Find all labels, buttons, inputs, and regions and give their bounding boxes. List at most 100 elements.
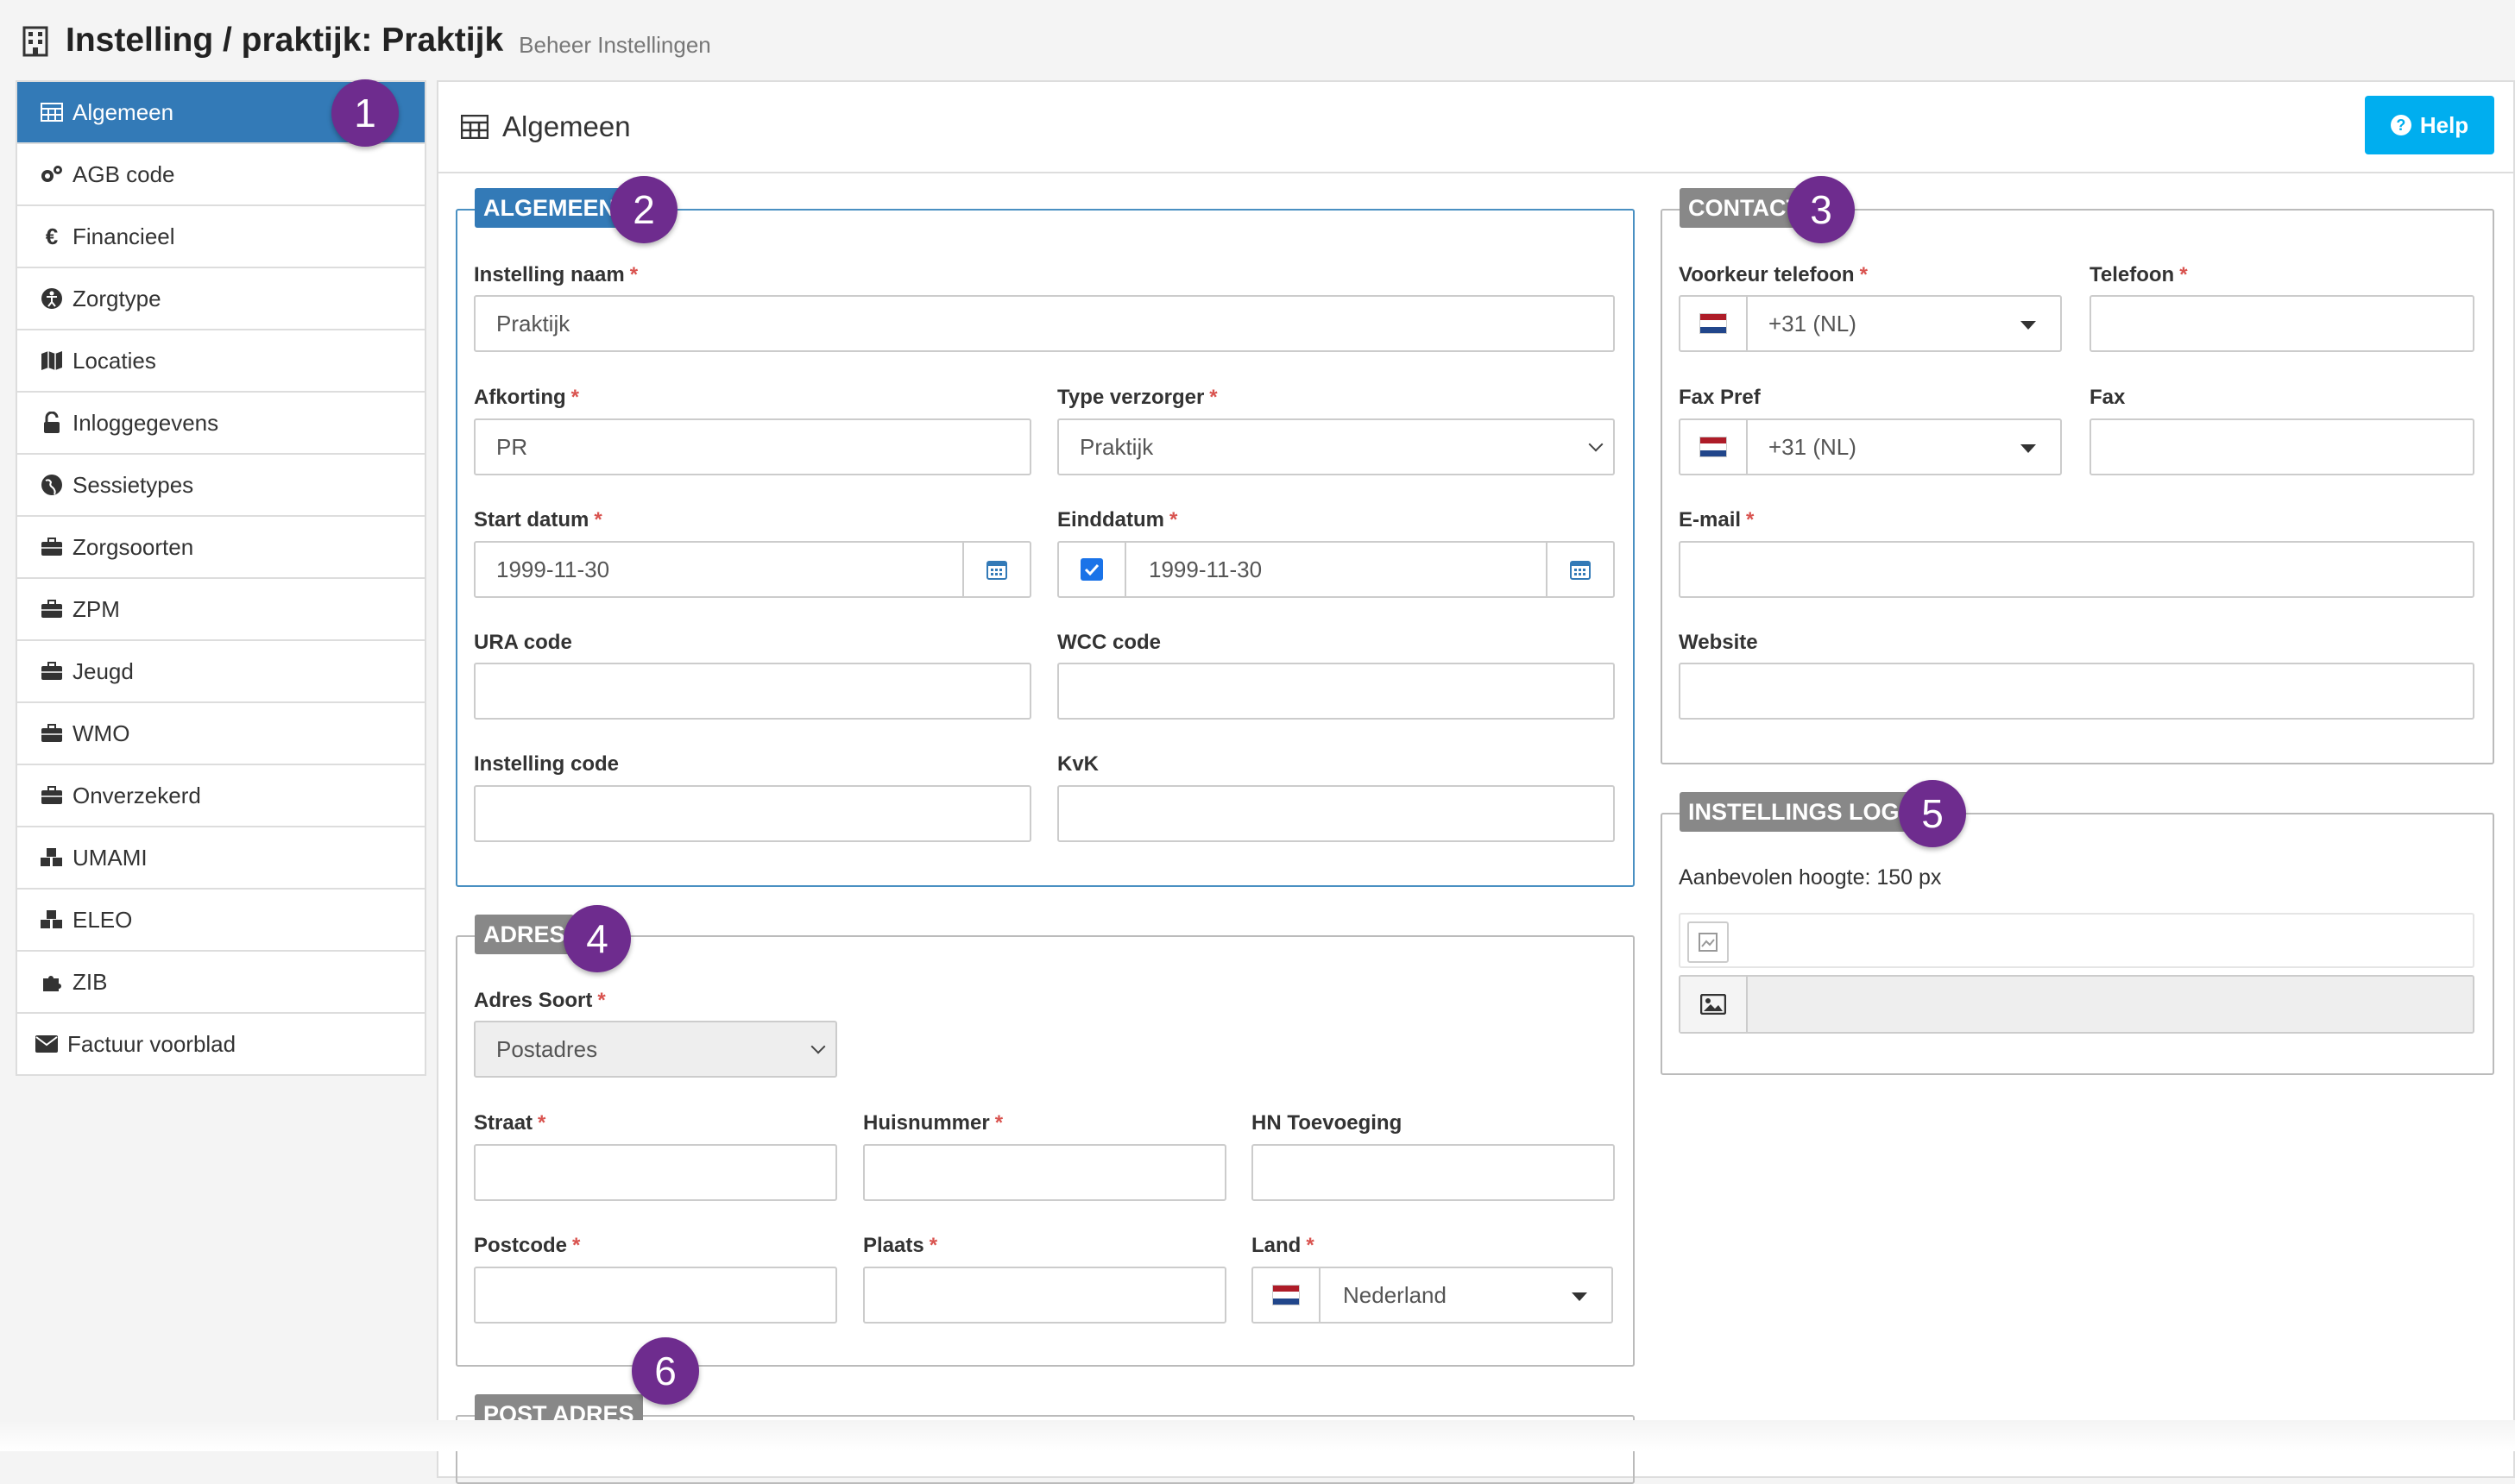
afkorting-input[interactable]: PR (474, 418, 1031, 475)
postcode-input[interactable] (474, 1267, 837, 1324)
hn-toevoeging-input[interactable] (1251, 1144, 1615, 1201)
sidebar-item-inloggegevens[interactable]: Inloggegevens (17, 393, 425, 455)
type-verzorger-select[interactable]: Praktijk (1057, 418, 1615, 475)
annotation-badge-3: 3 (1787, 176, 1855, 243)
sidebar-item-zib[interactable]: ZIB (17, 952, 425, 1014)
accessibility-icon (40, 286, 64, 311)
sidebar-item-label: UMAMI (72, 844, 148, 871)
fax-pref-label: Fax Pref (1679, 386, 1761, 409)
instelling-naam-input[interactable]: Praktijk (474, 295, 1615, 352)
fax-pref-select[interactable]: +31 (NL) (1679, 418, 2062, 475)
sidebar-item-label: Inloggegevens (72, 409, 219, 436)
sidebar-item-onverzekerd[interactable]: Onverzekerd (17, 765, 425, 827)
land-label: Land * (1251, 1234, 1314, 1257)
kvk-label: KvK (1057, 752, 1100, 776)
sidebar-item-zpm[interactable]: ZPM (17, 579, 425, 641)
wcc-code-input[interactable] (1057, 663, 1615, 720)
sidebar-item-sessietypes[interactable]: Sessietypes (17, 455, 425, 517)
adres-soort-label: Adres Soort * (474, 989, 606, 1012)
telefoon-label: Telefoon * (2090, 263, 2188, 286)
sidebar-item-zorgtype[interactable]: Zorgtype (17, 268, 425, 330)
instelling-code-input[interactable] (474, 785, 1031, 842)
cubes-icon (40, 846, 64, 870)
sidebar-item-label: Zorgsoorten (72, 533, 194, 560)
afkorting-label: Afkorting * (474, 386, 579, 409)
voorkeur-telefoon-value: +31 (NL) (1768, 310, 1856, 336)
land-select[interactable]: Nederland (1251, 1267, 1613, 1324)
page-header: Instelling / praktijk: Praktijk Beheer I… (22, 19, 711, 62)
logo-upload-input[interactable] (1679, 975, 2474, 1034)
instelling-naam-value: Praktijk (496, 310, 570, 336)
briefcase-icon (40, 783, 64, 808)
straat-label: Straat * (474, 1111, 546, 1135)
sidebar-item-label: Financieel (72, 223, 175, 249)
question-icon: ? (2390, 115, 2411, 135)
chevron-down-icon (1588, 437, 1604, 452)
sidebar-item-umami[interactable]: UMAMI (17, 827, 425, 890)
annotation-badge-4: 4 (564, 905, 631, 972)
annotation-badge-1: 1 (331, 79, 399, 147)
puzzle-icon (40, 970, 64, 994)
euro-icon: € (45, 223, 59, 249)
sidebar-item-zorgsoorten[interactable]: Zorgsoorten (17, 517, 425, 579)
einddatum-checkbox[interactable] (1059, 543, 1126, 596)
page-title: Instelling / praktijk: Praktijk (66, 22, 504, 59)
annotation-badge-2: 2 (610, 176, 678, 243)
adres-soort-value: Postadres (496, 1035, 598, 1062)
sidebar-item-label: Factuur voorblad (67, 1030, 236, 1057)
plaats-input[interactable] (863, 1267, 1226, 1324)
sidebar-item-agb-code[interactable]: AGB code (17, 144, 425, 206)
sidebar-item-factuur-voorblad[interactable]: Factuur voorblad (17, 1014, 425, 1076)
huisnummer-input[interactable] (863, 1144, 1226, 1201)
sidebar-item-label: AGB code (72, 160, 175, 187)
logo-preview (1679, 913, 2474, 968)
website-input[interactable] (1679, 663, 2474, 720)
voorkeur-telefoon-select[interactable]: +31 (NL) (1679, 295, 2062, 352)
flag-nl-icon (1680, 297, 1748, 350)
straat-input[interactable] (474, 1144, 837, 1201)
calendar-icon[interactable] (1546, 543, 1613, 596)
fax-input[interactable] (2090, 418, 2474, 475)
calendar-icon[interactable] (962, 543, 1030, 596)
hn-toevoeging-label: HN Toevoeging (1251, 1111, 1402, 1135)
wcc-code-label: WCC code (1057, 631, 1161, 654)
algemeen-legend: ALGEMEEN (475, 188, 625, 228)
help-label: Help (2419, 111, 2469, 138)
einddatum-input[interactable]: 1999-11-30 (1057, 541, 1615, 598)
sidebar-item-label: Sessietypes (72, 471, 194, 498)
image-icon[interactable] (1680, 977, 1748, 1032)
broken-image-icon (1687, 921, 1729, 963)
sidebar-item-eleo[interactable]: ELEO (17, 890, 425, 952)
type-verzorger-label: Type verzorger * (1057, 386, 1218, 409)
envelope-icon (35, 1032, 59, 1056)
gears-icon (40, 162, 64, 186)
plaats-label: Plaats * (863, 1234, 938, 1257)
globe-icon (40, 473, 64, 497)
help-button[interactable]: ? Help (2365, 96, 2494, 154)
unlock-icon (40, 411, 64, 435)
einddatum-label: Einddatum * (1057, 508, 1178, 531)
sidebar-item-locaties[interactable]: Locaties (17, 330, 425, 393)
sidebar-item-label: WMO (72, 720, 130, 746)
sidebar-item-jeugd[interactable]: Jeugd (17, 641, 425, 703)
logo-hint: Aanbevolen hoogte: 150 px (1679, 865, 1942, 890)
briefcase-icon (40, 597, 64, 621)
kvk-input[interactable] (1057, 785, 1615, 842)
email-input[interactable] (1679, 541, 2474, 598)
sidebar-item-wmo[interactable]: WMO (17, 703, 425, 765)
start-datum-value: 1999-11-30 (496, 556, 610, 582)
panel-title: Algemeen (502, 110, 631, 142)
bottom-fade (0, 1420, 2515, 1451)
start-datum-input[interactable]: 1999-11-30 (474, 541, 1031, 598)
instelling-code-label: Instelling code (474, 752, 620, 776)
flag-nl-icon (1253, 1268, 1321, 1322)
sidebar-item-label: Locaties (72, 347, 156, 374)
sidebar-item-label: Algemeen (72, 98, 174, 125)
type-verzorger-value: Praktijk (1080, 433, 1154, 460)
telefoon-input[interactable] (2090, 295, 2474, 352)
sidebar-item-label: ZPM (72, 595, 120, 622)
adres-soort-select[interactable]: Postadres (474, 1021, 837, 1078)
land-value: Nederland (1343, 1281, 1447, 1308)
sidebar-item-financieel[interactable]: € Financieel (17, 206, 425, 268)
ura-code-input[interactable] (474, 663, 1031, 720)
